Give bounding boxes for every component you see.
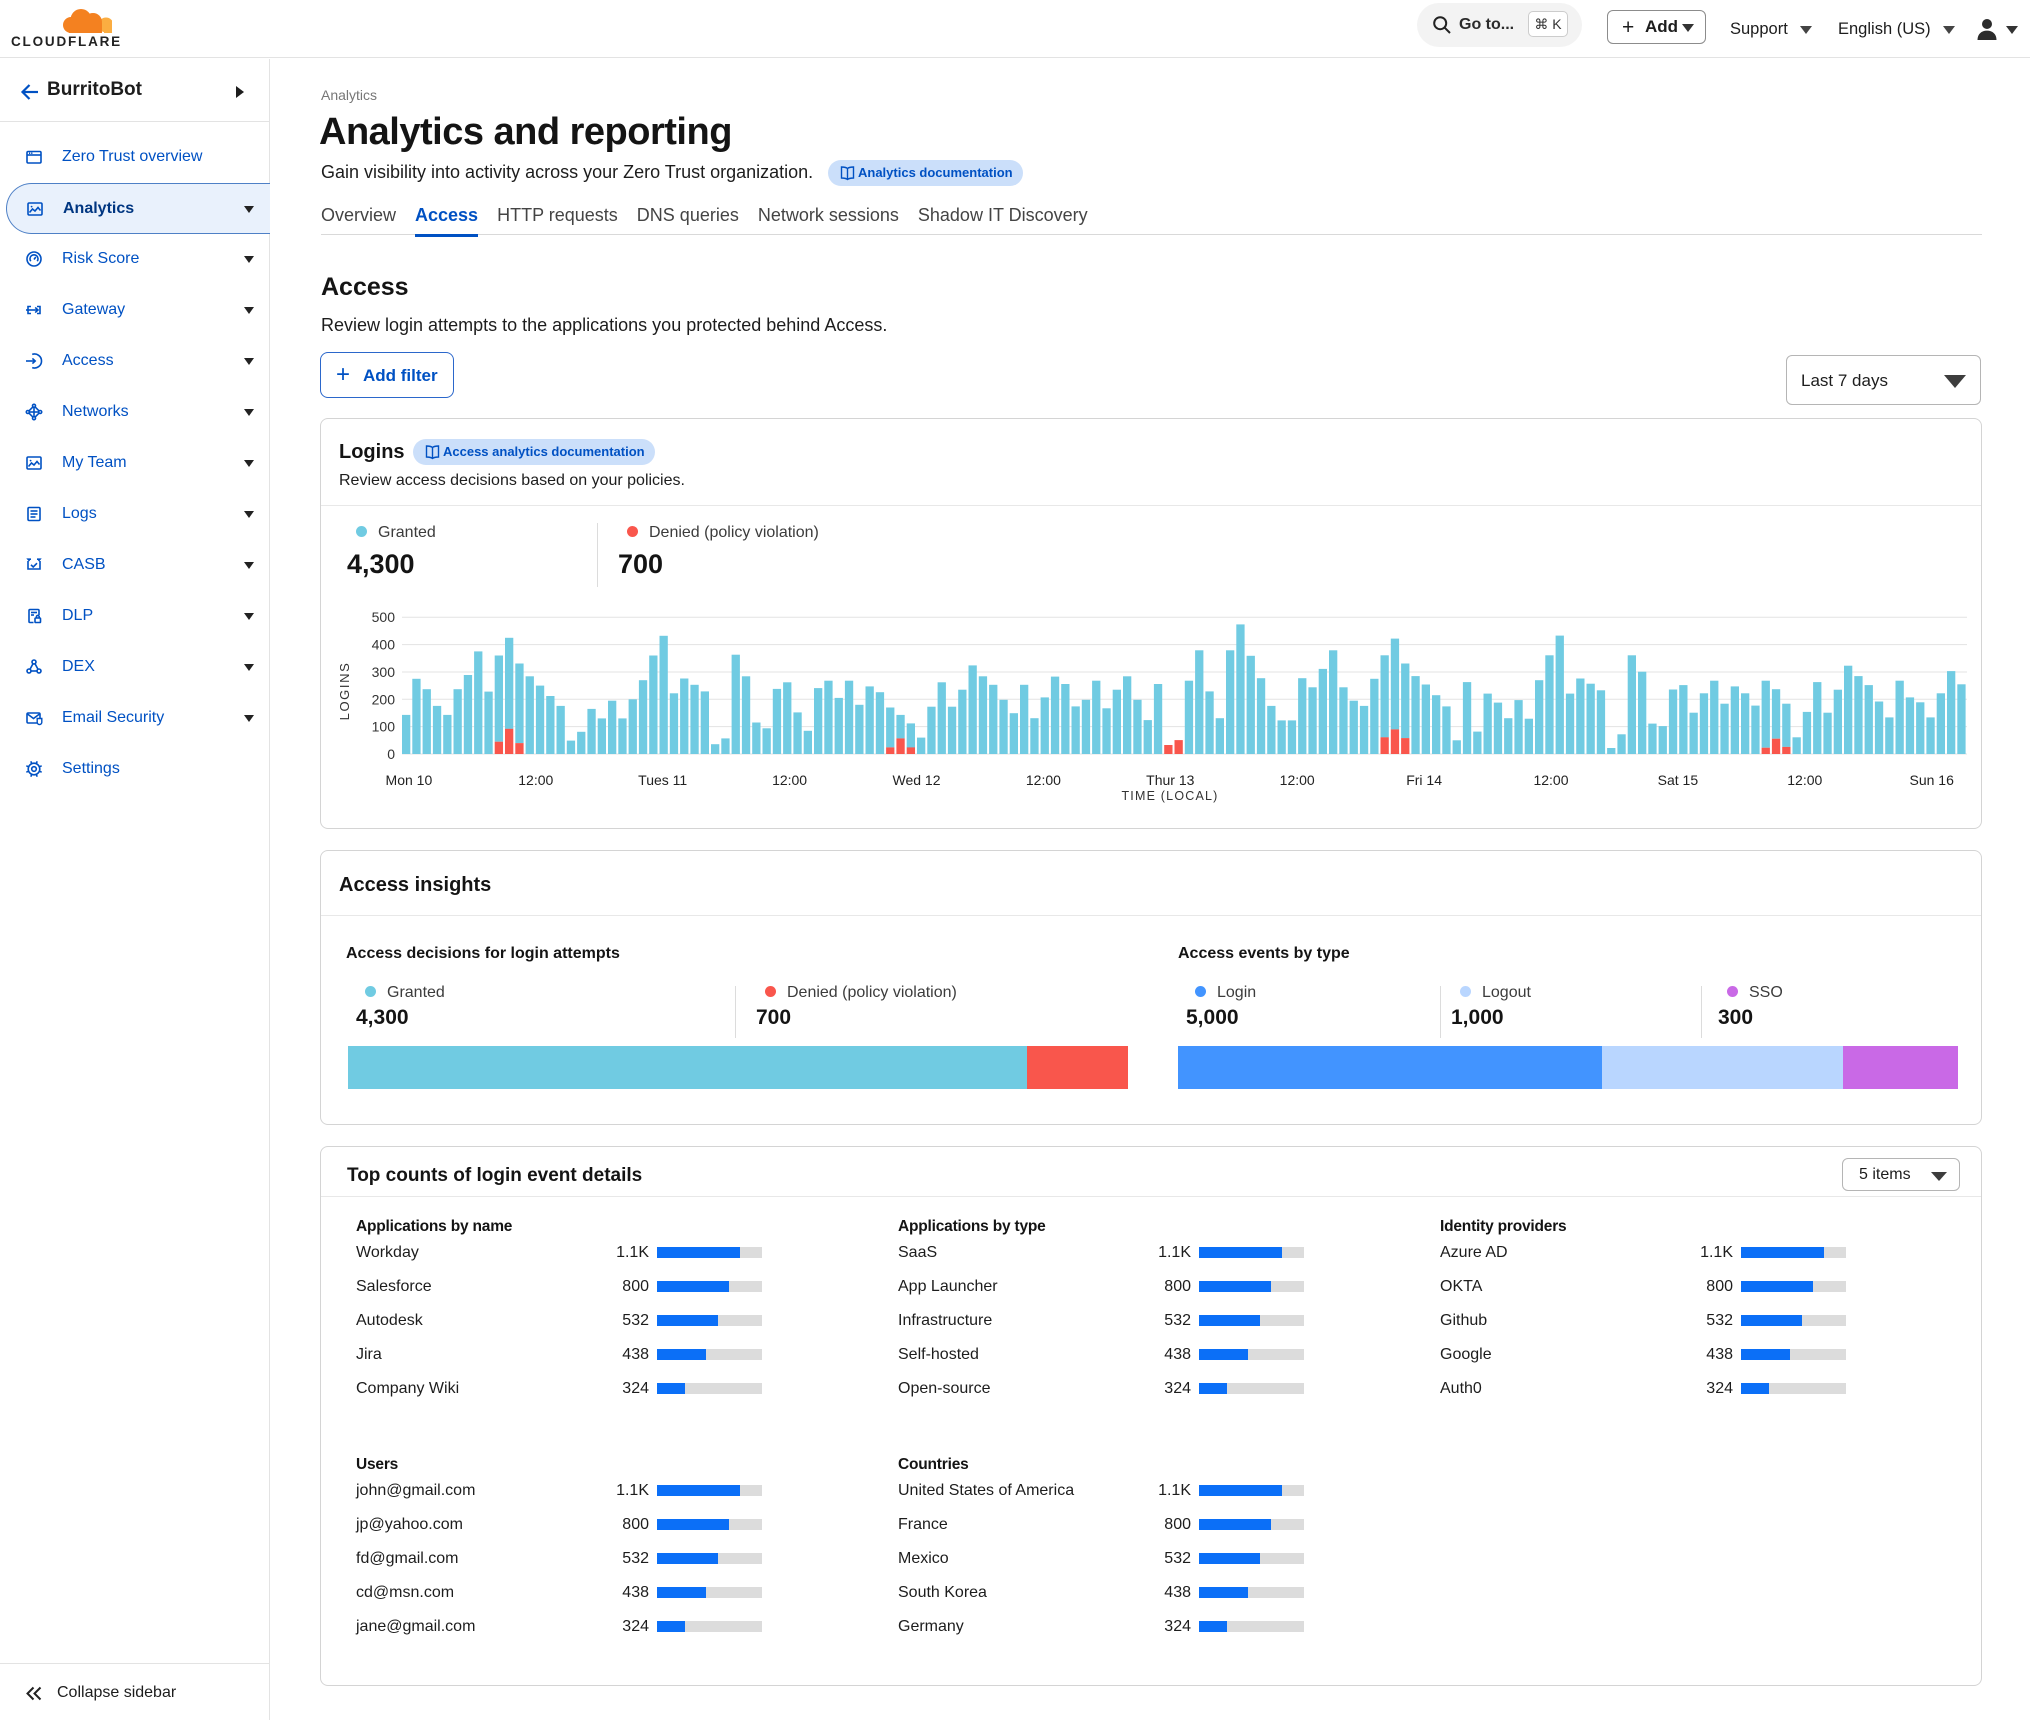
- svg-text:12:00: 12:00: [772, 772, 807, 788]
- svg-text:LOGINS: LOGINS: [337, 662, 352, 721]
- svg-text:500: 500: [372, 609, 396, 625]
- svg-text:12:00: 12:00: [1280, 772, 1315, 788]
- svg-text:400: 400: [372, 637, 396, 653]
- svg-text:Sun 16: Sun 16: [1910, 772, 1955, 788]
- svg-text:Sat 15: Sat 15: [1658, 772, 1699, 788]
- svg-text:Fri 14: Fri 14: [1406, 772, 1442, 788]
- svg-text:300: 300: [372, 664, 396, 680]
- svg-text:Mon 10: Mon 10: [386, 772, 433, 788]
- svg-text:0: 0: [387, 746, 395, 762]
- svg-text:12:00: 12:00: [1533, 772, 1568, 788]
- svg-text:100: 100: [372, 719, 396, 735]
- svg-text:Thur 13: Thur 13: [1146, 772, 1194, 788]
- svg-text:200: 200: [372, 691, 396, 707]
- svg-text:12:00: 12:00: [518, 772, 553, 788]
- svg-text:Wed 12: Wed 12: [893, 772, 941, 788]
- svg-text:TIME (LOCAL): TIME (LOCAL): [1121, 789, 1218, 803]
- svg-text:12:00: 12:00: [1787, 772, 1822, 788]
- svg-text:12:00: 12:00: [1026, 772, 1061, 788]
- svg-text:Tues 11: Tues 11: [638, 772, 687, 788]
